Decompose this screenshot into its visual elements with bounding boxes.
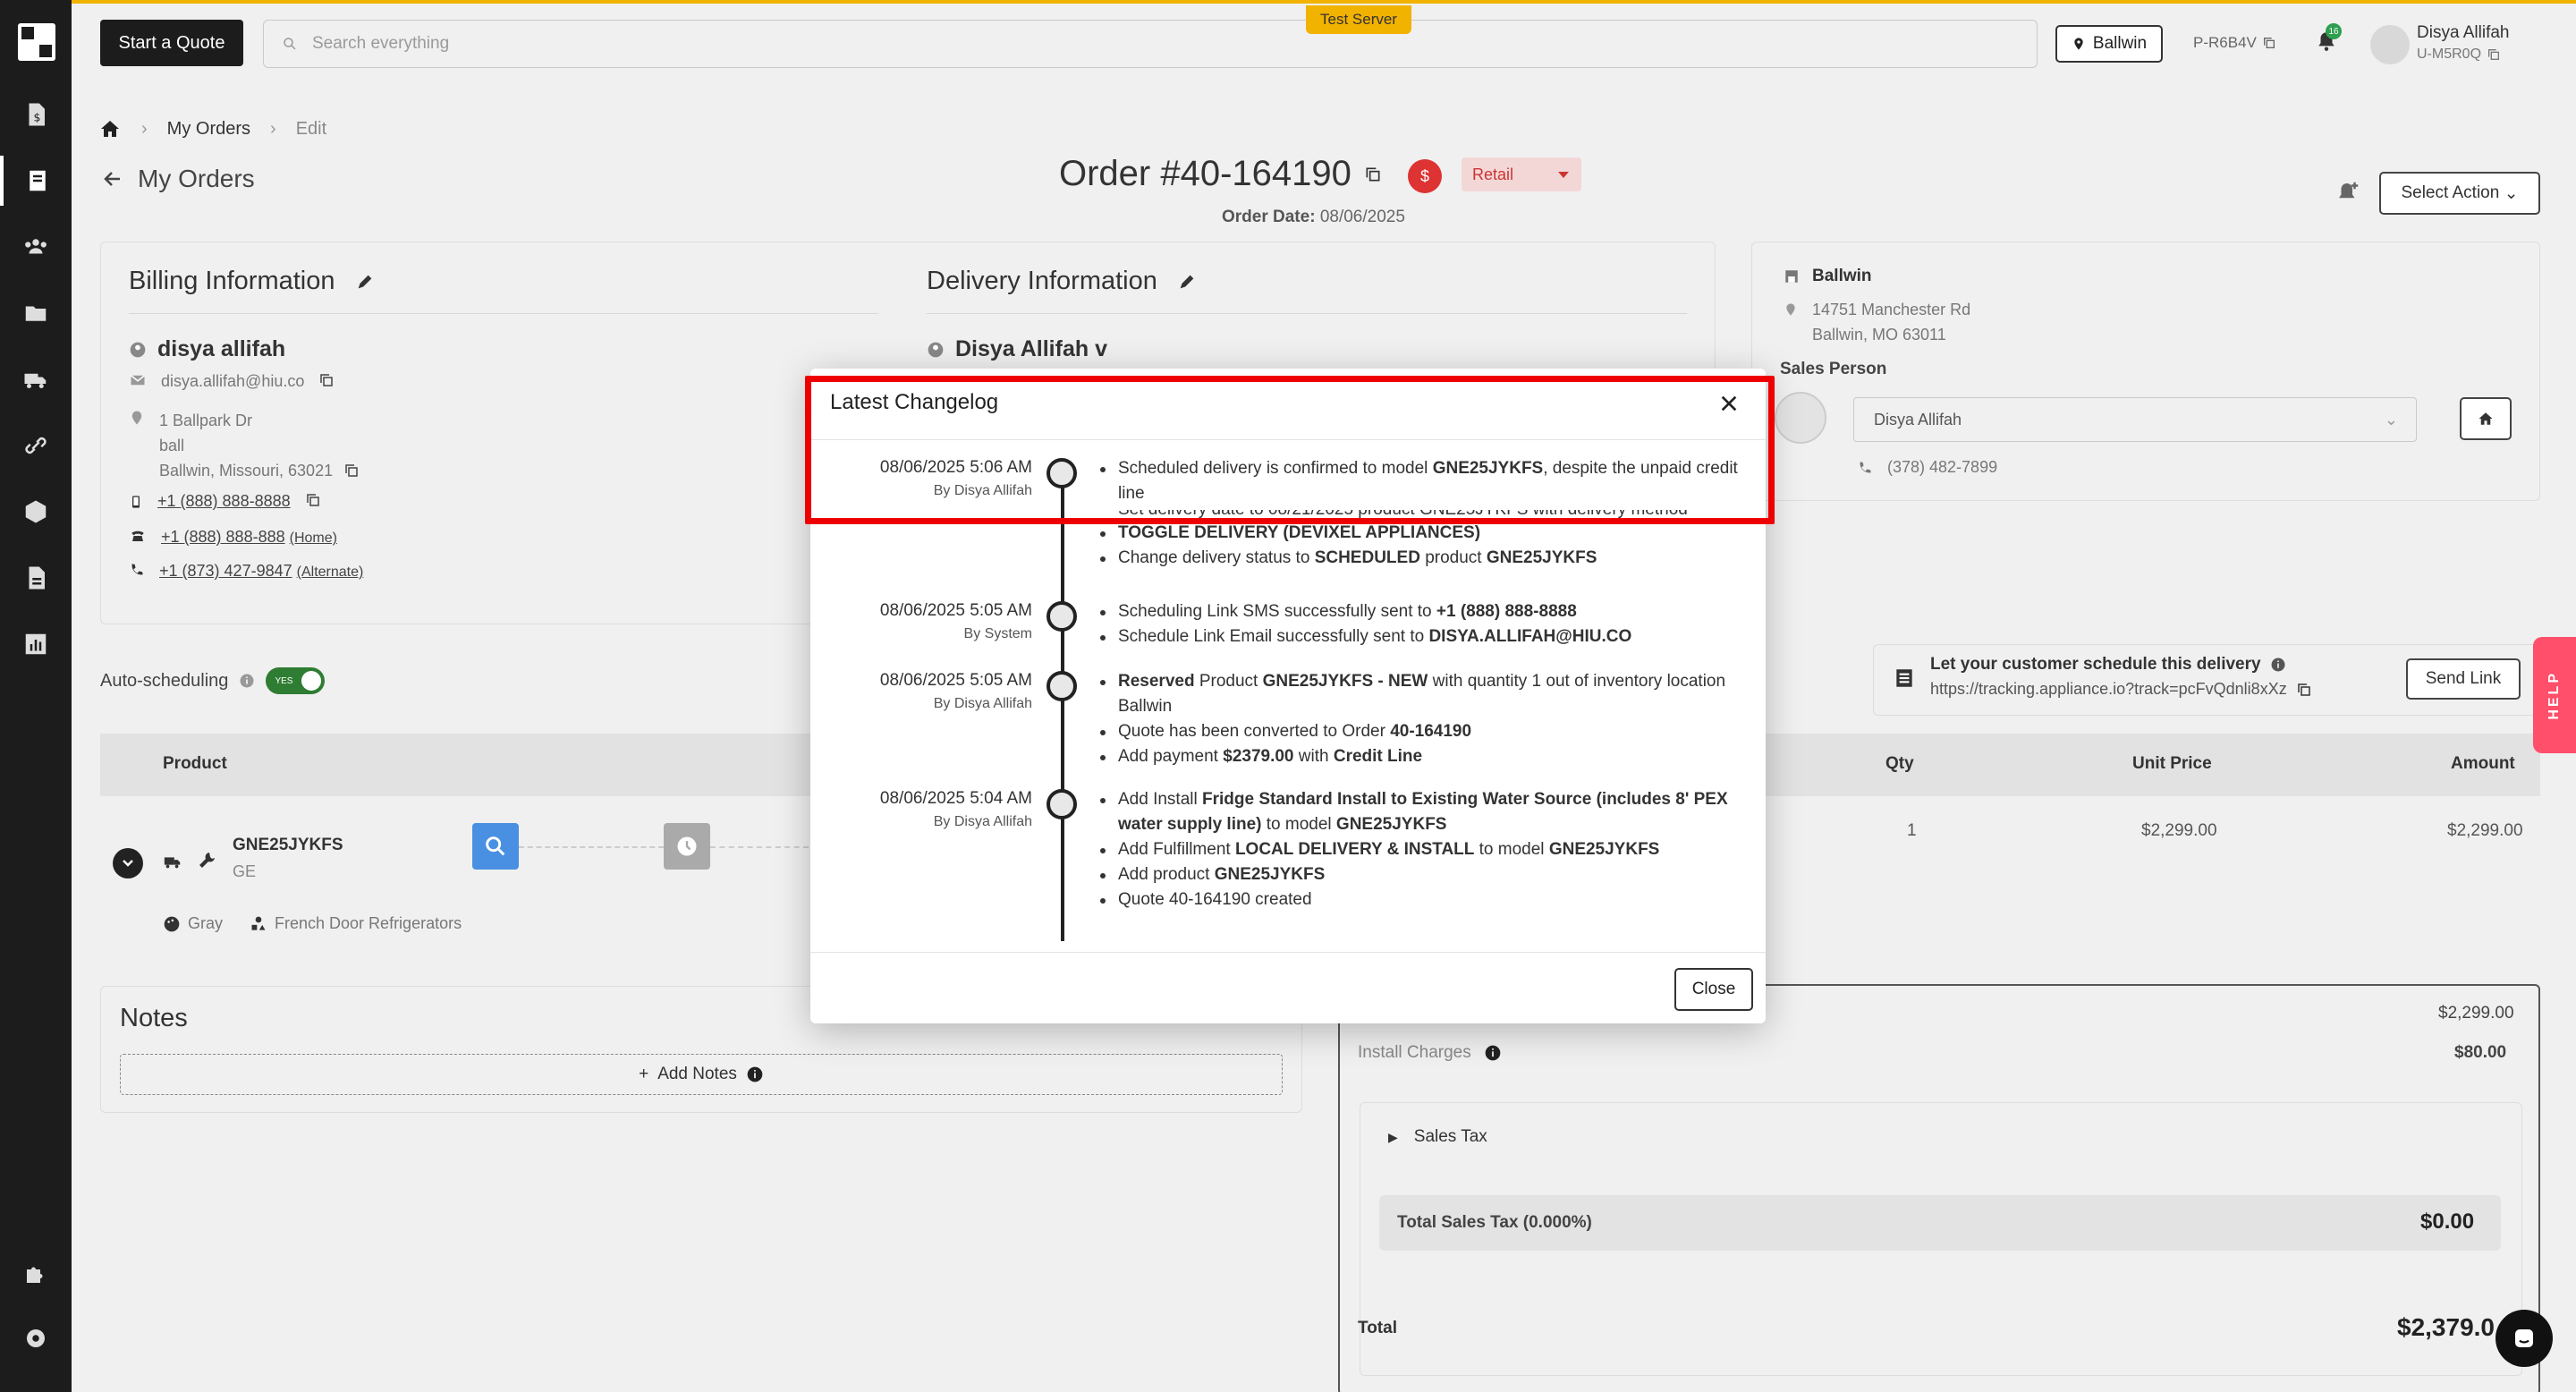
list-item: Quote 40-164190 created [1100, 887, 1744, 912]
entry-time: 08/06/2025 5:05 AM [879, 671, 1032, 690]
timeline-line [1061, 483, 1064, 941]
entry-items: Reserved Product GNE25JYKFS - NEW with q… [1100, 669, 1744, 769]
gear-icon [27, 1329, 45, 1347]
entry-author: By Disya Allifah [933, 814, 1032, 829]
users-icon [25, 239, 47, 254]
timeline-dot [1046, 601, 1077, 632]
sidebar: $ [0, 0, 72, 1392]
sidebar-item-inventory[interactable] [0, 487, 72, 537]
list-item: Add Install Fridge Standard Install to E… [1100, 787, 1744, 837]
entry-time: 08/06/2025 5:06 AM [879, 458, 1032, 477]
entry-items: TOGGLE DELIVERY (DEVIXEL APPLIANCES) Cha… [1100, 521, 1744, 571]
folder-icon [25, 306, 47, 321]
order-icon [30, 170, 46, 191]
entry-time: 08/06/2025 5:05 AM [879, 601, 1032, 620]
list-item: Scheduled delivery is confirmed to model… [1100, 456, 1744, 506]
sidebar-item-folders[interactable] [0, 288, 72, 338]
changelog-modal: Latest Changelog 08/06/2025 5:06 AM By D… [810, 369, 1766, 1023]
puzzle-icon [27, 1267, 43, 1283]
timeline-dot [1046, 789, 1077, 819]
list-item: Add payment $2379.00 with Credit Line [1100, 744, 1744, 769]
entry-time: 08/06/2025 5:04 AM [879, 789, 1032, 808]
sidebar-item-quotes[interactable]: $ [0, 89, 72, 140]
dollar-document-icon: $ [29, 103, 45, 126]
modal-header: Latest Changelog [810, 369, 1766, 440]
sidebar-item-delivery[interactable] [0, 354, 72, 404]
list-item: Add Fulfillment LOCAL DELIVERY & INSTALL… [1100, 837, 1744, 862]
sidebar-item-settings[interactable] [0, 1313, 72, 1363]
svg-text:$: $ [34, 111, 41, 124]
sidebar-item-orders[interactable] [0, 156, 72, 206]
document-icon [29, 566, 45, 590]
app-logo[interactable] [18, 23, 55, 61]
sidebar-item-documents[interactable] [0, 553, 72, 603]
link-icon [25, 437, 47, 454]
timeline-dot [1046, 671, 1077, 701]
sidebar-item-customers[interactable] [0, 222, 72, 272]
list-item: Add product GNE25JYKFS [1100, 862, 1744, 887]
modal-footer [810, 952, 1766, 1023]
entry-items: Scheduled delivery is confirmed to model… [1100, 456, 1744, 506]
list-item: Scheduling Link SMS successfully sent to… [1100, 599, 1744, 624]
list-item: Change delivery status to SCHEDULED prod… [1100, 546, 1744, 571]
entry-items: Add Install Fridge Standard Install to E… [1100, 787, 1744, 912]
modal-title: Latest Changelog [830, 390, 999, 414]
entry-author: By System [963, 626, 1032, 641]
box-icon [25, 500, 47, 523]
timeline-dot [1046, 458, 1077, 488]
truck-icon [24, 373, 47, 388]
sidebar-item-links[interactable] [0, 420, 72, 471]
list-item: Schedule Link Email successfully sent to… [1100, 624, 1744, 649]
entry-author: By Disya Allifah [933, 696, 1032, 711]
sidebar-item-integrations[interactable] [0, 1249, 72, 1299]
entry-items: Scheduling Link SMS successfully sent to… [1100, 599, 1744, 649]
close-icon[interactable] [1714, 388, 1744, 419]
list-item: Reserved Product GNE25JYKFS - NEW with q… [1100, 669, 1744, 719]
close-button[interactable]: Close [1674, 968, 1753, 1011]
entry-author: By Disya Allifah [933, 483, 1032, 498]
list-item: Quote has been converted to Order 40-164… [1100, 719, 1744, 744]
sidebar-item-reports[interactable] [0, 619, 72, 669]
list-item: TOGGLE DELIVERY (DEVIXEL APPLIANCES) [1100, 521, 1744, 546]
chart-icon [25, 633, 47, 655]
